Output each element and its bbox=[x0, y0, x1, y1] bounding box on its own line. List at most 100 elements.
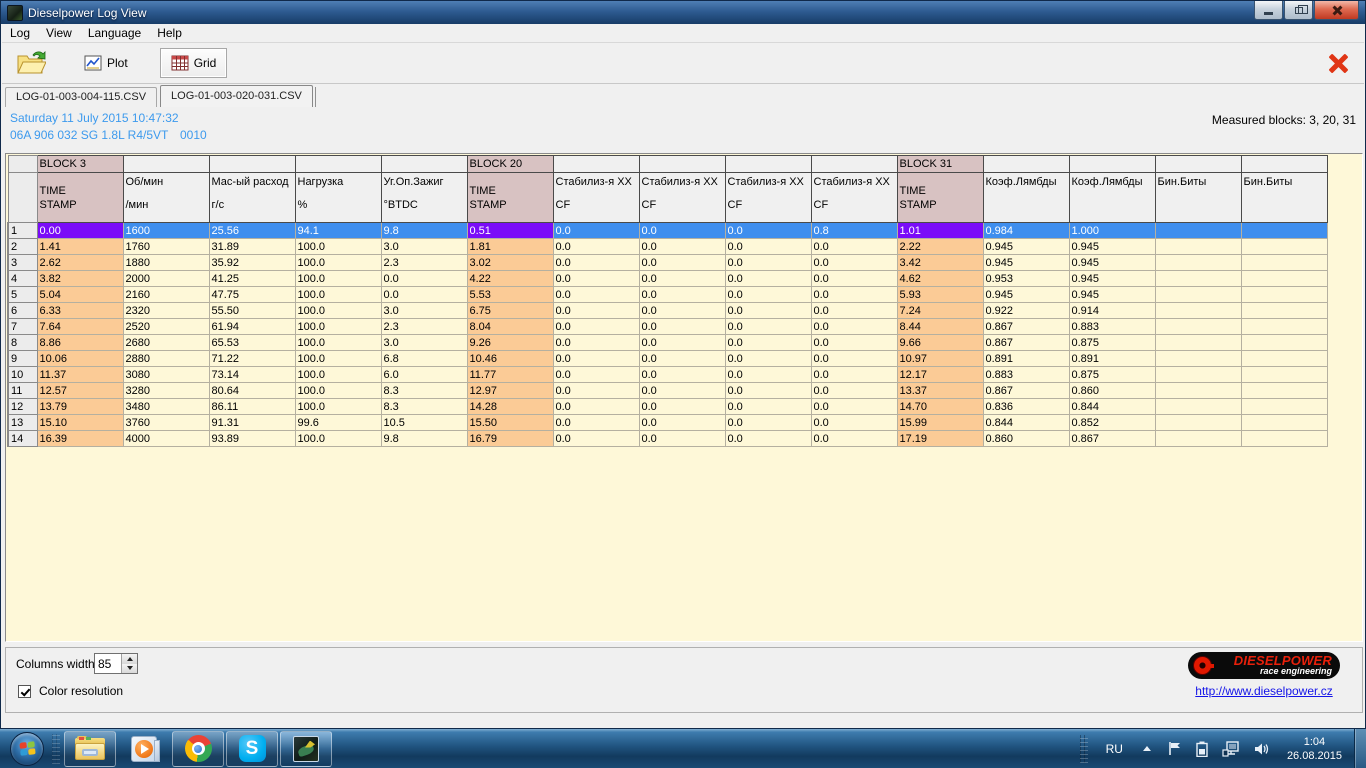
grid-cell[interactable]: 0.883 bbox=[1069, 319, 1155, 335]
grid-cell[interactable]: 0.0 bbox=[725, 335, 811, 351]
volume-icon[interactable] bbox=[1254, 741, 1270, 757]
grid-cell[interactable]: 2.62 bbox=[37, 255, 123, 271]
grid-cell[interactable]: 12.57 bbox=[37, 383, 123, 399]
grid-cell[interactable]: 0.984 bbox=[983, 223, 1069, 239]
grid-cell[interactable]: 0.945 bbox=[1069, 287, 1155, 303]
column-header-5[interactable]: TIMESTAMP bbox=[467, 173, 553, 223]
grid-cell[interactable] bbox=[1155, 255, 1241, 271]
grid-cell[interactable]: 0.875 bbox=[1069, 335, 1155, 351]
grid-cell[interactable]: 8.3 bbox=[381, 399, 467, 415]
grid-cell[interactable]: 8.44 bbox=[897, 319, 983, 335]
grid-cell[interactable]: 1.41 bbox=[37, 239, 123, 255]
grid-cell[interactable]: 5.93 bbox=[897, 287, 983, 303]
grid-cell[interactable]: 3760 bbox=[123, 415, 209, 431]
grid-cell[interactable]: 9.8 bbox=[381, 223, 467, 239]
row-number[interactable]: 10 bbox=[8, 367, 37, 383]
grid-cell[interactable]: 6.8 bbox=[381, 351, 467, 367]
block-header-14[interactable] bbox=[1241, 156, 1327, 173]
grid-cell[interactable]: 0.0 bbox=[725, 223, 811, 239]
grid-cell[interactable]: 0.0 bbox=[725, 399, 811, 415]
grid-cell[interactable]: 8.04 bbox=[467, 319, 553, 335]
spin-up-button[interactable] bbox=[122, 654, 137, 664]
grid-cell[interactable]: 0.51 bbox=[467, 223, 553, 239]
grid-cell[interactable] bbox=[1155, 303, 1241, 319]
grid-cell[interactable]: 2160 bbox=[123, 287, 209, 303]
grid-cell[interactable]: 2.3 bbox=[381, 319, 467, 335]
grid-cell[interactable]: 0.945 bbox=[1069, 255, 1155, 271]
grid-cell[interactable] bbox=[1241, 335, 1327, 351]
grid-cell[interactable]: 4.62 bbox=[897, 271, 983, 287]
plot-button[interactable]: Plot bbox=[74, 49, 138, 77]
grid-cell[interactable]: 0.0 bbox=[725, 351, 811, 367]
grid-cell[interactable] bbox=[1155, 415, 1241, 431]
grid-cell[interactable]: 3.0 bbox=[381, 239, 467, 255]
grid-cell[interactable]: 17.19 bbox=[897, 431, 983, 447]
grid-cell[interactable]: 10.97 bbox=[897, 351, 983, 367]
grid-cell[interactable]: 0.945 bbox=[1069, 239, 1155, 255]
row-number[interactable]: 9 bbox=[8, 351, 37, 367]
grid-cell[interactable]: 13.79 bbox=[37, 399, 123, 415]
grid-cell[interactable]: 0.0 bbox=[725, 303, 811, 319]
grid-cell[interactable]: 0.0 bbox=[639, 367, 725, 383]
grid-cell[interactable]: 14.70 bbox=[897, 399, 983, 415]
grid-cell[interactable]: 0.0 bbox=[553, 319, 639, 335]
grid-cell[interactable]: 0.0 bbox=[639, 239, 725, 255]
grid-cell[interactable]: 8.3 bbox=[381, 383, 467, 399]
row-number[interactable]: 14 bbox=[8, 431, 37, 447]
grid-cell[interactable]: 3.02 bbox=[467, 255, 553, 271]
grid-cell[interactable]: 91.31 bbox=[209, 415, 295, 431]
row-number[interactable]: 12 bbox=[8, 399, 37, 415]
grid-cell[interactable]: 1.000 bbox=[1069, 223, 1155, 239]
language-indicator[interactable]: RU bbox=[1106, 742, 1123, 756]
grid-cell[interactable]: 0.0 bbox=[381, 271, 467, 287]
columns-width-stepper[interactable]: 85 bbox=[94, 653, 138, 674]
grid-cell[interactable]: 0.0 bbox=[811, 399, 897, 415]
grid-cell[interactable]: 0.00 bbox=[37, 223, 123, 239]
grid-cell[interactable]: 6.75 bbox=[467, 303, 553, 319]
grid-cell[interactable]: 1.81 bbox=[467, 239, 553, 255]
grid-cell[interactable]: 0.875 bbox=[1069, 367, 1155, 383]
grid-cell[interactable]: 0.0 bbox=[639, 415, 725, 431]
grid-cell[interactable]: 41.25 bbox=[209, 271, 295, 287]
block-header-1[interactable] bbox=[123, 156, 209, 173]
grid-cell[interactable]: 0.0 bbox=[553, 303, 639, 319]
grid-cell[interactable] bbox=[1155, 239, 1241, 255]
row-number[interactable]: 7 bbox=[8, 319, 37, 335]
tab-log-020-031[interactable]: LOG-01-003-020-031.CSV bbox=[160, 85, 313, 107]
grid-cell[interactable]: 55.50 bbox=[209, 303, 295, 319]
row-number[interactable]: 4 bbox=[8, 271, 37, 287]
grid-button[interactable]: Grid bbox=[160, 48, 228, 78]
block-header-8[interactable] bbox=[725, 156, 811, 173]
grid-cell[interactable]: 0.0 bbox=[811, 351, 897, 367]
grid-cell[interactable]: 100.0 bbox=[295, 239, 381, 255]
column-header-0[interactable]: TIMESTAMP bbox=[37, 173, 123, 223]
column-header-3[interactable]: Нагрузка% bbox=[295, 173, 381, 223]
column-header-13[interactable]: Бин.Биты bbox=[1155, 173, 1241, 223]
grid-cell[interactable]: 15.99 bbox=[897, 415, 983, 431]
grid-cell[interactable]: 0.0 bbox=[553, 287, 639, 303]
grid-cell[interactable] bbox=[1241, 223, 1327, 239]
grid-cell[interactable]: 0.0 bbox=[811, 431, 897, 447]
grid-cell[interactable]: 0.0 bbox=[811, 415, 897, 431]
grid-cell[interactable]: 0.836 bbox=[983, 399, 1069, 415]
grid-cell[interactable]: 0.852 bbox=[1069, 415, 1155, 431]
column-header-9[interactable]: Стабилиз-я ХХCF bbox=[811, 173, 897, 223]
grid-cell[interactable]: 11.37 bbox=[37, 367, 123, 383]
grid-cell[interactable]: 0.0 bbox=[725, 271, 811, 287]
grid-cell[interactable]: 0.0 bbox=[553, 383, 639, 399]
taskbar-mediaplayer-button[interactable] bbox=[118, 731, 170, 767]
grid-cell[interactable]: 7.64 bbox=[37, 319, 123, 335]
grid-cell[interactable]: 2.22 bbox=[897, 239, 983, 255]
grid-cell[interactable]: 71.22 bbox=[209, 351, 295, 367]
grid-cell[interactable]: 0.0 bbox=[811, 271, 897, 287]
grid-cell[interactable]: 0.914 bbox=[1069, 303, 1155, 319]
column-header-7[interactable]: Стабилиз-я ХХCF bbox=[639, 173, 725, 223]
grid-cell[interactable]: 6.0 bbox=[381, 367, 467, 383]
grid-cell[interactable]: 0.0 bbox=[725, 431, 811, 447]
grid-cell[interactable] bbox=[1241, 303, 1327, 319]
grid-cell[interactable]: 0.0 bbox=[553, 399, 639, 415]
grid-cell[interactable]: 1600 bbox=[123, 223, 209, 239]
grid-cell[interactable]: 0.0 bbox=[639, 351, 725, 367]
grid-cell[interactable]: 0.0 bbox=[553, 431, 639, 447]
row-number[interactable]: 6 bbox=[8, 303, 37, 319]
